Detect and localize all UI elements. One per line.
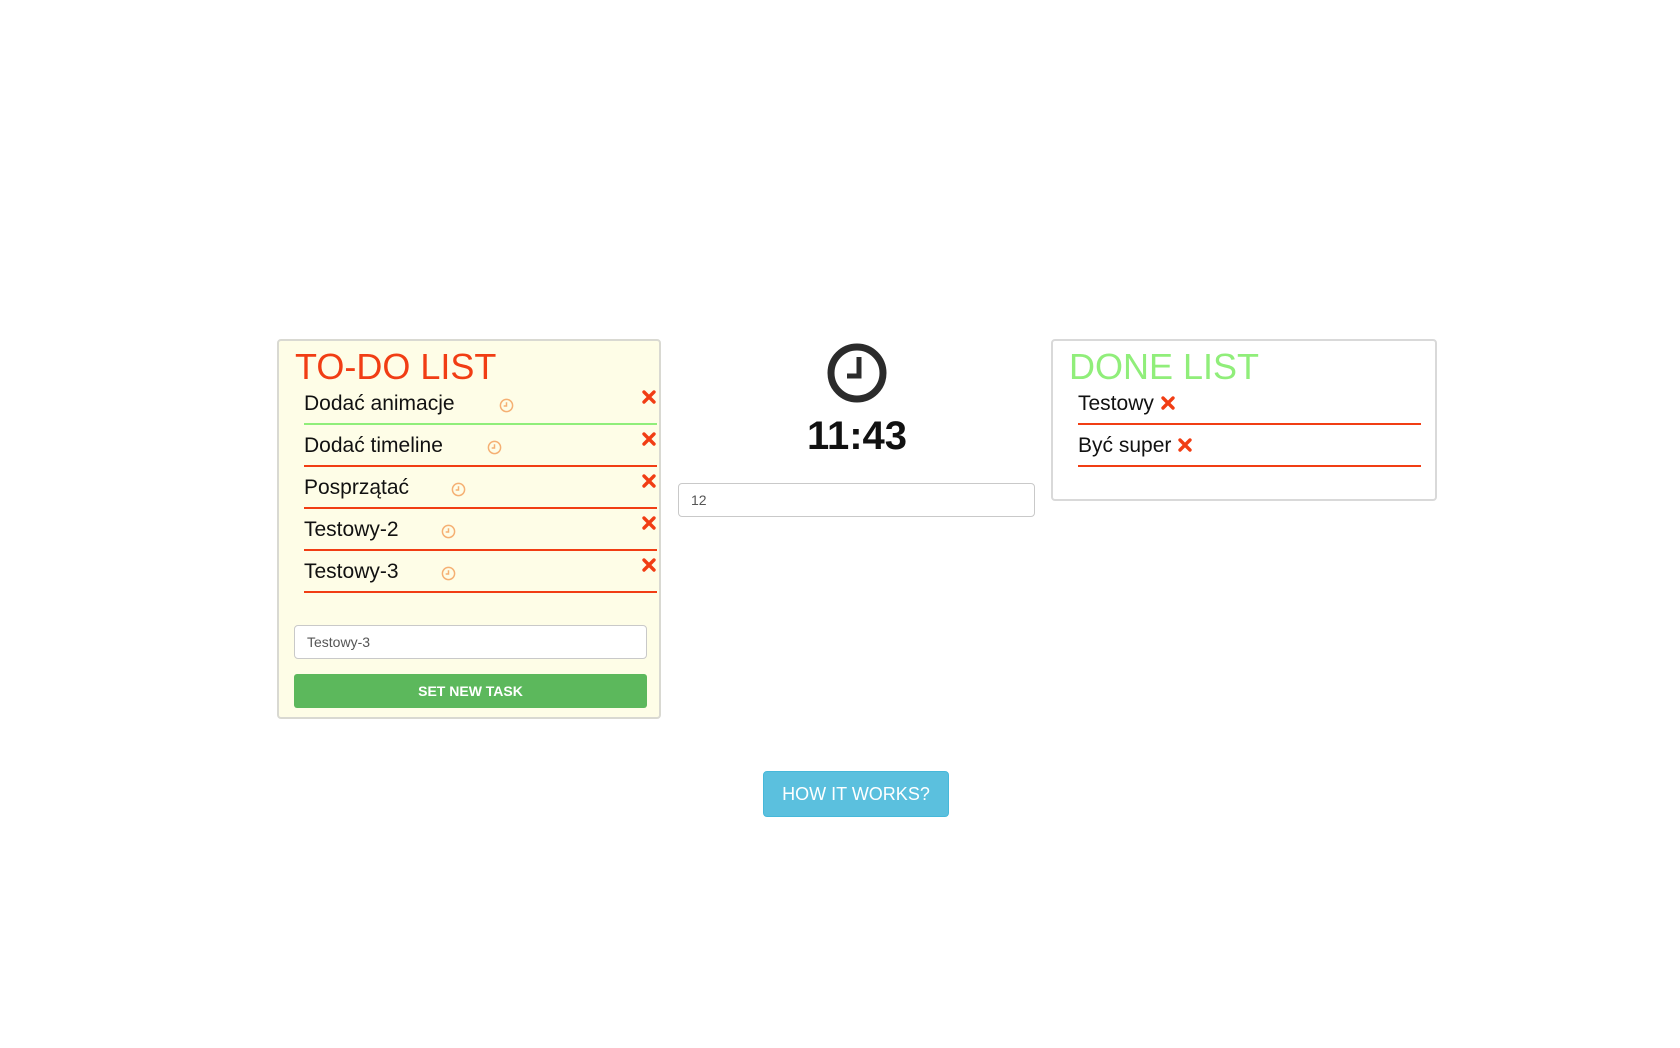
set-new-task-button[interactable]: SET NEW TASK [294,674,647,708]
close-icon[interactable] [1177,437,1193,453]
done-item: Testowy [1078,389,1421,425]
todo-item-label: Testowy-2 [304,518,399,541]
done-item: Być super [1078,431,1421,467]
todo-item-label: Posprzątać [304,476,410,499]
close-icon[interactable] [1160,395,1176,411]
close-icon[interactable] [641,473,657,489]
clock-icon [827,343,887,403]
clock-icon[interactable] [441,524,456,539]
close-icon[interactable] [641,431,657,447]
done-panel: DONE LIST Testowy Być super [1051,339,1437,501]
todo-item[interactable]: Posprzątać [304,473,657,509]
new-task-input[interactable] [294,625,647,659]
done-item-label: Być super [1078,434,1172,457]
todo-item[interactable]: Dodać timeline [304,431,657,467]
clock-icon[interactable] [451,482,466,497]
timer-minutes-input[interactable] [678,483,1035,517]
todo-item-label: Dodać animacje [304,392,455,415]
close-icon[interactable] [641,389,657,405]
close-icon[interactable] [641,557,657,573]
timer-display: 11:43 [806,414,908,458]
done-title: DONE LIST [1069,346,1260,387]
clock-icon[interactable] [441,566,456,581]
clock-icon[interactable] [499,398,514,413]
todo-item[interactable]: Testowy-3 [304,557,657,593]
clock-icon[interactable] [487,440,502,455]
todo-item-label: Testowy-3 [304,560,399,583]
todo-item[interactable]: Testowy-2 [304,515,657,551]
close-icon[interactable] [641,515,657,531]
todo-item[interactable]: Dodać animacje [304,389,657,425]
todo-title: TO-DO LIST [295,346,497,387]
how-it-works-button[interactable]: HOW IT WORKS? [763,771,949,817]
done-item-wrap: Być super [1078,434,1193,458]
todo-item-label: Dodać timeline [304,434,443,457]
todo-panel: TO-DO LIST Dodać animacje Dodać timeline… [277,339,661,719]
done-item-wrap: Testowy [1078,392,1176,416]
done-item-label: Testowy [1078,392,1154,415]
